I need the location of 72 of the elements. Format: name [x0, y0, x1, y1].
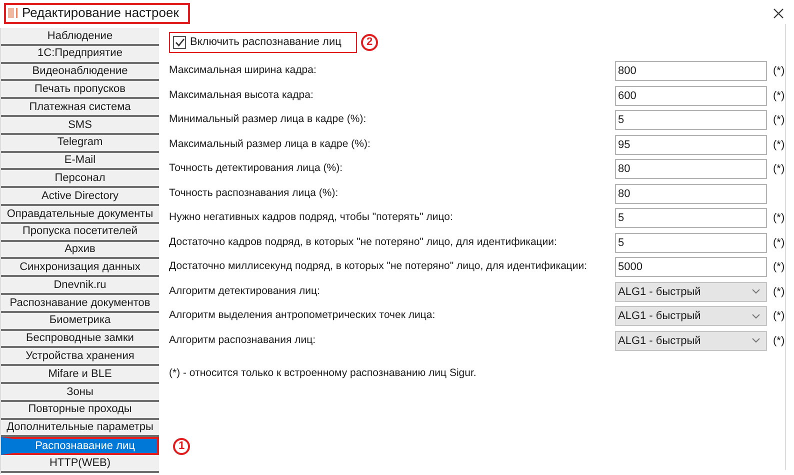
required-note: (*) [773, 64, 785, 79]
enable-checkbox-row[interactable]: Включить распознавание лиц [169, 32, 357, 52]
sidebar-item[interactable]: E-Mail [1, 152, 159, 170]
sidebar-item[interactable]: Устройства хранения [1, 348, 159, 366]
dropdown[interactable]: ALG1 - быстрый [615, 330, 767, 351]
sidebar-item[interactable]: Печать пропусков [1, 81, 159, 100]
input-field[interactable]: 800 [615, 61, 767, 82]
sidebar-item[interactable]: HTTP(WEB) [1, 455, 159, 473]
input-field[interactable]: 5 [615, 208, 767, 228]
window-title: Редактирование настроек [22, 4, 179, 22]
field-label: Точность распознавания лица (%): [169, 186, 340, 201]
sidebar-item[interactable]: Dnevnik.ru [1, 277, 159, 295]
input-field[interactable]: 5 [615, 232, 767, 253]
required-note: (*) [773, 284, 785, 300]
sidebar-item[interactable]: 1С:Предприятие [1, 46, 159, 64]
footnote: (*) - относится только к встроенному распознаванию лиц Sigur. [169, 366, 478, 381]
input-field[interactable]: 80 [615, 159, 767, 180]
required-note: (*) [773, 162, 785, 177]
sidebar-item[interactable]: Наблюдение [1, 28, 159, 46]
sidebar-item[interactable]: Active Directory [1, 188, 159, 206]
sidebar-item[interactable]: Telegram [1, 134, 159, 153]
field-label: Достаточно кадров подряд, в которых "не потеряно" лицо, для идентификации: [169, 234, 558, 250]
required-note: (*) [773, 113, 785, 128]
input-field[interactable]: 5000 [615, 257, 767, 278]
sidebar-item[interactable]: Пропуска посетителей [1, 224, 159, 242]
required-note: (*) [773, 236, 785, 250]
field-label: Достаточно миллисекунд подряд, в которых "не потеряно" лицо, для идентификации: [169, 259, 588, 274]
required-note: (*) [773, 138, 785, 152]
field-label: Алгоритм детектирования лиц: [169, 284, 321, 299]
required-note: (*) [773, 334, 785, 348]
sidebar-item[interactable]: Оправдательные документы [1, 206, 159, 224]
required-note: (*) [773, 88, 785, 104]
sidebar-item[interactable]: Повторные проходы [1, 402, 159, 420]
field-label: Минимальный размер лица в кадре (%): [169, 112, 368, 128]
sidebar-item[interactable]: Mifare и BLE [1, 366, 159, 384]
sidebar-item[interactable]: Распознавание лиц [1, 437, 159, 456]
field-label: Максимальный размер лица в кадре (%): [169, 136, 372, 152]
dropdown[interactable]: ALG1 - быстрый [615, 306, 767, 326]
sidebar-item[interactable]: Беспроводные замки [1, 330, 159, 348]
required-note: (*) [773, 309, 785, 324]
checkbox[interactable] [173, 36, 186, 48]
input-field[interactable]: 80 [615, 184, 767, 204]
input-field[interactable]: 600 [615, 86, 767, 106]
app-logo-icon [8, 7, 18, 19]
field-label: Нужно негативных кадров подряд, чтобы "потерять" лицо: [169, 210, 454, 226]
checkbox-label: Включить распознавание лиц [190, 34, 342, 50]
field-label: Алгоритм выделения антропометрических точек лица: [169, 308, 436, 324]
field-label: Алгоритм распознавания лиц: [169, 332, 316, 348]
sidebar-item[interactable]: Платежная система [1, 99, 159, 117]
input-field[interactable]: 95 [615, 134, 767, 155]
input-field[interactable]: 5 [615, 110, 767, 130]
required-note: (*) [773, 211, 785, 226]
sidebar-item[interactable]: SMS [1, 116, 159, 135]
chevron-down-icon [752, 314, 760, 319]
sidebar-item[interactable]: Биометрика [1, 312, 159, 331]
sidebar-item[interactable]: Зоны [1, 384, 159, 402]
chevron-down-icon [752, 338, 760, 344]
field-label: Максимальная ширина кадра: [169, 63, 318, 78]
field-label: Точность детектирования лица (%): [169, 161, 344, 176]
callout-number: 1 [173, 438, 190, 455]
sidebar-item[interactable]: Распознавание документов [1, 294, 159, 313]
required-note: (*) [773, 260, 785, 275]
sidebar-item[interactable]: Дополнительные параметры [1, 420, 159, 438]
dropdown[interactable]: ALG1 - быстрый [615, 282, 767, 302]
sidebar-item[interactable]: Синхронизация данных [1, 259, 159, 278]
close-icon[interactable] [773, 8, 784, 18]
chevron-down-icon [752, 289, 760, 294]
sidebar-item[interactable]: Видеонаблюдение [1, 64, 159, 82]
sidebar-item[interactable]: Персонал [1, 170, 159, 188]
callout-number: 2 [361, 34, 378, 50]
field-label: Максимальная высота кадра: [169, 88, 314, 103]
sidebar-item[interactable]: Архив [1, 242, 159, 260]
